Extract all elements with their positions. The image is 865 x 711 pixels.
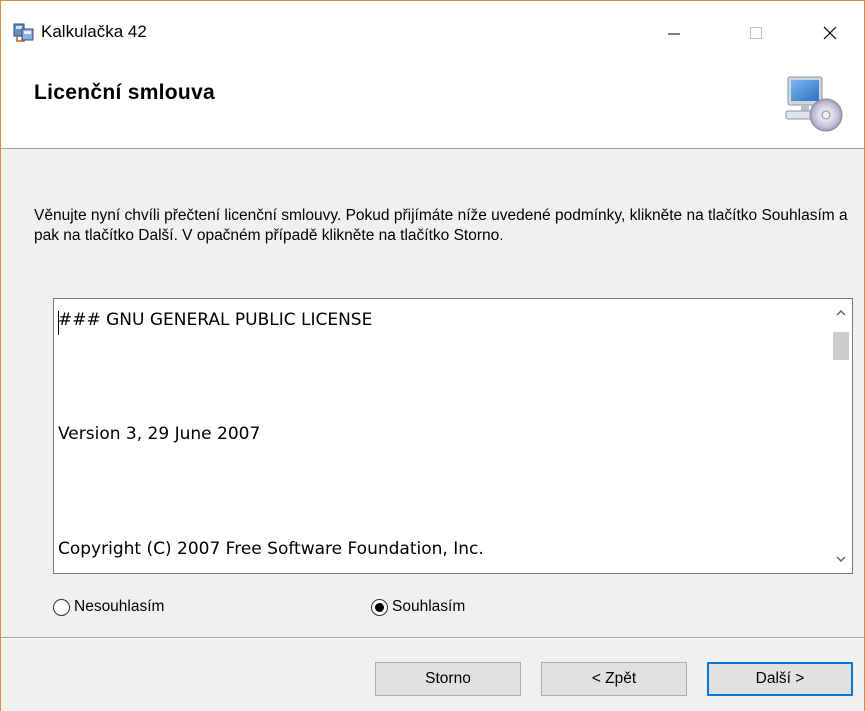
radio-selected-icon[interactable] (371, 598, 388, 616)
installer-icon (13, 23, 34, 42)
close-icon (823, 26, 837, 40)
maximize-icon (750, 27, 762, 39)
license-line: Copyright (C) 2007 Free Software Foundat… (58, 539, 484, 559)
page-title: Licenční smlouva (34, 81, 216, 104)
maximize-button[interactable] (733, 13, 779, 53)
disagree-label: Nesouhlasím (74, 598, 165, 615)
installer-window: Kalkulačka 42 Licenční smlouva Věnujte n… (0, 0, 865, 711)
scroll-down-button[interactable] (830, 545, 852, 573)
footer-divider-highlight (1, 638, 864, 639)
license-line: Version 3, 29 June 2007 (58, 424, 261, 444)
minimize-button[interactable] (651, 13, 697, 53)
chevron-up-icon (836, 310, 846, 316)
vertical-scrollbar[interactable] (830, 299, 852, 573)
back-button[interactable]: < Zpět (541, 662, 687, 696)
minimize-icon (668, 33, 680, 35)
chevron-down-icon (836, 556, 846, 562)
window-title: Kalkulačka 42 (41, 22, 147, 41)
radio-unselected-icon[interactable] (53, 598, 70, 616)
page-header: Licenční smlouva (1, 63, 864, 149)
title-bar[interactable]: Kalkulačka 42 (1, 1, 864, 63)
computer-cd-icon (785, 76, 843, 132)
instructions-text: Věnujte nyní chvíli přečtení licenční sm… (34, 207, 848, 244)
license-line: ### GNU GENERAL PUBLIC LICENSE (58, 310, 373, 330)
license-textbox[interactable]: ### GNU GENERAL PUBLIC LICENSE Version 3… (53, 298, 853, 574)
disagree-radio[interactable]: Nesouhlasím (53, 598, 164, 616)
next-button[interactable]: Další > (707, 662, 853, 696)
agree-label: Souhlasím (392, 598, 466, 615)
close-button[interactable] (807, 13, 853, 53)
cancel-button[interactable]: Storno (375, 662, 521, 696)
agree-radio[interactable]: Souhlasím (371, 598, 465, 616)
scroll-thumb[interactable] (833, 332, 849, 360)
scroll-up-button[interactable] (830, 299, 852, 327)
